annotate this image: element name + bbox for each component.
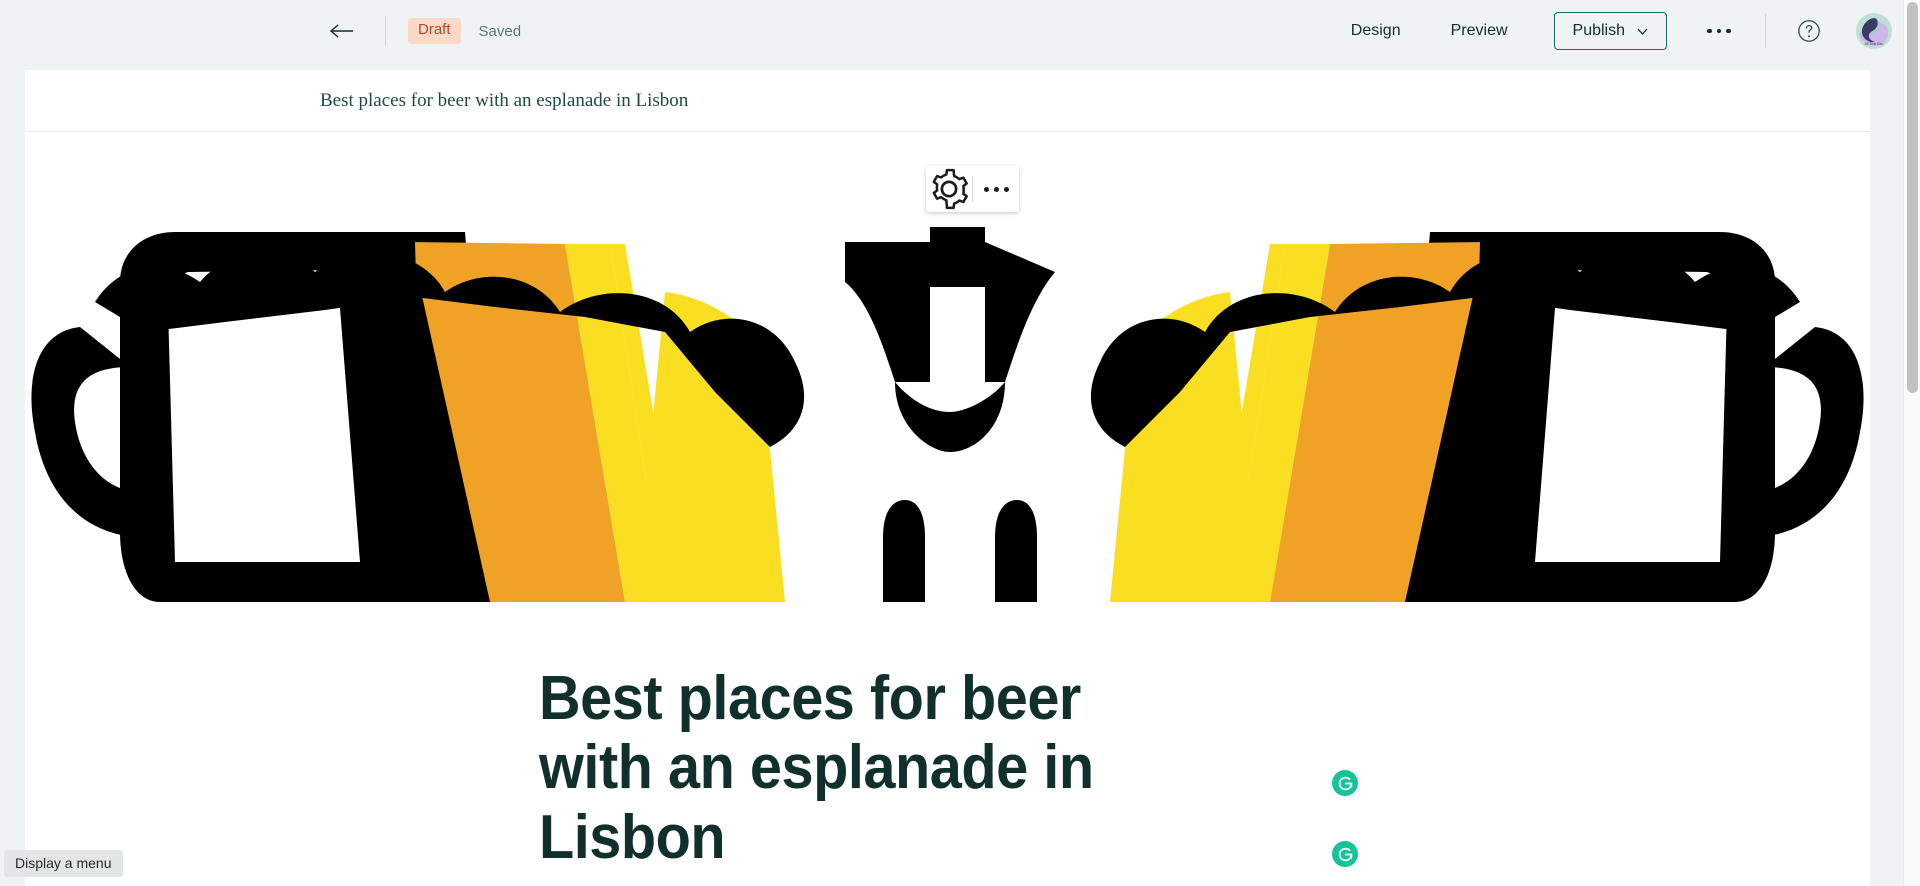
ellipsis-dot xyxy=(1716,28,1722,34)
back-arrow-icon[interactable] xyxy=(325,14,359,48)
top-bar-divider xyxy=(385,16,386,46)
ellipsis-dot xyxy=(983,186,989,192)
top-bar-left-group: Draft Saved xyxy=(325,14,521,48)
grammarly-icon[interactable] xyxy=(1332,770,1358,796)
saved-status-label: Saved xyxy=(478,22,522,40)
breadcrumb[interactable]: Best places for beer with an esplanade i… xyxy=(320,90,688,112)
chevron-down-icon xyxy=(1637,28,1648,35)
ellipsis-dot xyxy=(1726,28,1731,34)
hero-image-block[interactable] xyxy=(25,132,1870,602)
ellipsis-dot xyxy=(1707,28,1712,34)
article-content-column: Best places for beer with an esplanade i… xyxy=(539,664,1369,886)
scrollbar-thumb[interactable] xyxy=(1907,2,1918,393)
editor-top-bar: Draft Saved Design Preview Publish All T… xyxy=(0,0,1920,62)
question-mark-circle-icon[interactable] xyxy=(1792,14,1826,48)
breadcrumb-bar: Best places for beer with an esplanade i… xyxy=(25,70,1870,132)
preview-button[interactable]: Preview xyxy=(1437,14,1522,48)
tooltip: Display a menu xyxy=(4,850,123,877)
ellipsis-dot xyxy=(993,186,999,192)
vertical-scrollbar[interactable] xyxy=(1903,0,1920,886)
publish-button-label: Publish xyxy=(1572,22,1625,39)
editor-canvas: Best places for beer with an esplanade i… xyxy=(25,70,1870,886)
block-toolbar xyxy=(926,166,1019,212)
more-options-button[interactable] xyxy=(1699,14,1739,48)
page-title[interactable]: Best places for beer with an esplanade i… xyxy=(539,664,1190,872)
svg-text:All That Geo: All That Geo xyxy=(1865,42,1884,46)
status-badge: Draft xyxy=(408,18,461,44)
publish-button[interactable]: Publish xyxy=(1553,12,1667,50)
article-body: Best places for beer with an esplanade i… xyxy=(25,602,1870,886)
ellipsis-icon[interactable] xyxy=(973,166,1019,212)
design-button[interactable]: Design xyxy=(1337,14,1415,48)
ellipsis-dot xyxy=(1003,186,1009,192)
avatar[interactable]: All That Geo xyxy=(1856,13,1892,49)
top-bar-right-group: Design Preview Publish All That Geo xyxy=(1337,12,1892,50)
gear-icon[interactable] xyxy=(926,166,972,212)
grammarly-icon[interactable] xyxy=(1332,841,1358,867)
top-bar-divider-right xyxy=(1765,14,1766,48)
